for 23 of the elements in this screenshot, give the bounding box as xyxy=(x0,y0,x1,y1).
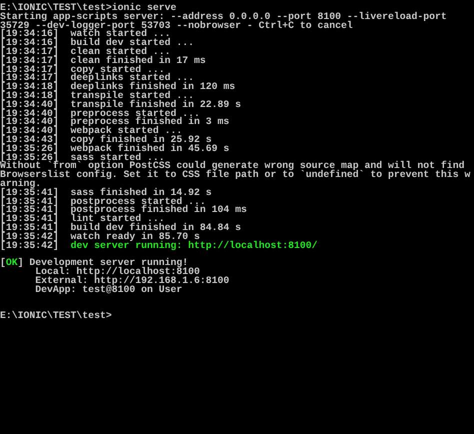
terminal-line: [19:34:40] webpack started ... xyxy=(0,127,182,136)
terminal-line: [19:35:41] sass finished in 14.92 s xyxy=(0,188,212,198)
terminal-line: E:\IONIC\TEST\test> xyxy=(0,312,112,321)
terminal-line: Starting app-scripts server: --address 0.0.0.0 --port 8100 --livereload-port xyxy=(0,12,447,22)
terminal-line: DevApp: test@8100 on User xyxy=(34,286,182,294)
terminal-line: [19:34:40] transpile finished in 22.89 s xyxy=(0,100,242,110)
terminal-line: [19:34:17] clean finished in 17 ms xyxy=(0,56,206,66)
terminal-line: [19:34:18] deeplinks finished in 120 ms xyxy=(0,83,236,92)
terminal-line: [19:35:42] dev server running: http://localhost:8100/ xyxy=(0,242,318,250)
terminal-line: Browserslist config. Set it to CSS file path or to `undefined` to prevent this w xyxy=(0,171,470,180)
terminal-line: [19:34:17] clean started ... xyxy=(0,48,170,57)
terminal-line: External: http://192.168.1.6:8100 xyxy=(34,276,230,286)
terminal-line: [19:34:43] copy finished in 25.92 s xyxy=(0,136,212,145)
terminal-line: [19:34:18] transpile started ... xyxy=(0,92,194,101)
terminal-line: [19:35:42] watch ready in 85.70 s xyxy=(0,232,200,242)
terminal-line: [19:35:26] webpack finished in 45.69 s xyxy=(0,144,230,154)
terminal-line: Local: http://localhost:8100 xyxy=(35,268,200,277)
terminal-line: E:\IONIC\TEST\test>ionic serve xyxy=(0,4,176,13)
terminal-line: [19:35:41] lint started ... xyxy=(0,215,165,224)
terminal-line: arning. xyxy=(0,180,42,189)
terminal-line: [OK] Development server running! xyxy=(0,259,188,268)
terminal-line: [19:34:16] build dev started ... xyxy=(0,39,194,48)
terminal-line: [19:35:41] build dev finished in 84.84 s xyxy=(0,224,242,233)
